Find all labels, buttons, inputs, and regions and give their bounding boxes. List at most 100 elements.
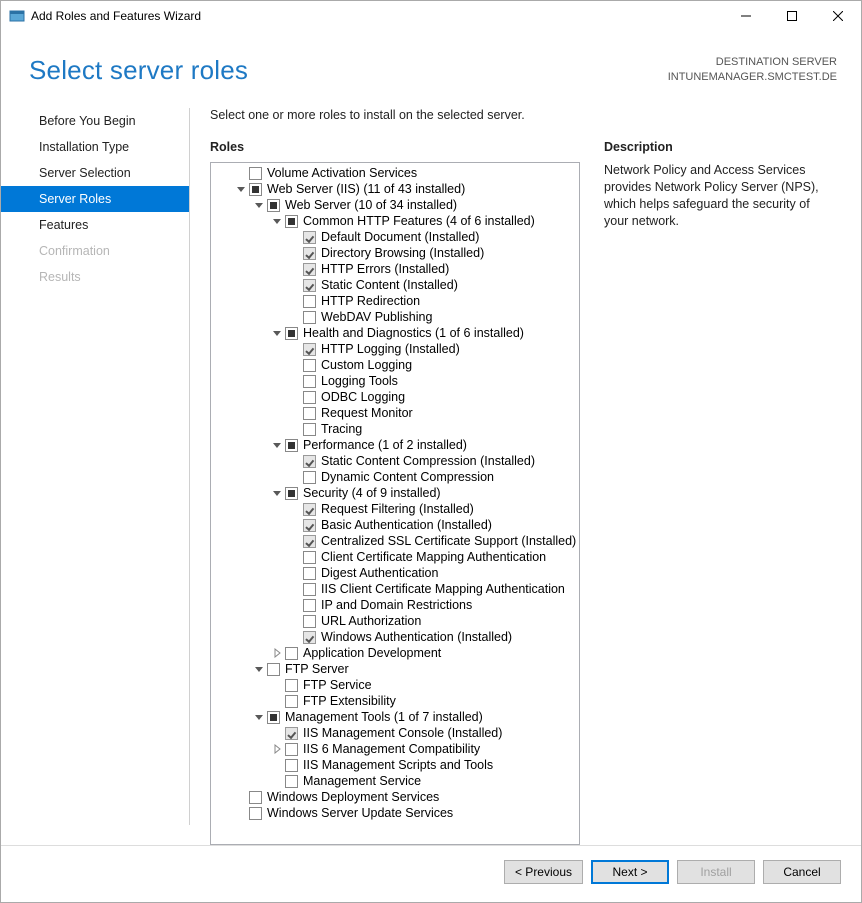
- tree-node[interactable]: IIS 6 Management Compatibility: [211, 741, 579, 757]
- tree-node[interactable]: Directory Browsing (Installed): [211, 245, 579, 261]
- tree-node[interactable]: Volume Activation Services: [211, 165, 579, 181]
- collapse-icon[interactable]: [253, 199, 265, 211]
- cancel-button[interactable]: Cancel: [763, 860, 841, 884]
- maximize-button[interactable]: [769, 1, 815, 31]
- collapse-icon[interactable]: [271, 327, 283, 339]
- checkbox[interactable]: [285, 327, 298, 340]
- nav-item[interactable]: Server Selection: [1, 160, 189, 186]
- checkbox[interactable]: [303, 343, 316, 356]
- install-button[interactable]: Install: [677, 860, 755, 884]
- tree-node[interactable]: Tracing: [211, 421, 579, 437]
- checkbox[interactable]: [285, 439, 298, 452]
- checkbox[interactable]: [303, 615, 316, 628]
- tree-node[interactable]: Windows Server Update Services: [211, 805, 579, 821]
- tree-node[interactable]: Client Certificate Mapping Authenticatio…: [211, 549, 579, 565]
- checkbox[interactable]: [267, 199, 280, 212]
- tree-node[interactable]: Basic Authentication (Installed): [211, 517, 579, 533]
- checkbox[interactable]: [303, 359, 316, 372]
- tree-node[interactable]: Logging Tools: [211, 373, 579, 389]
- checkbox[interactable]: [303, 583, 316, 596]
- tree-node[interactable]: Web Server (10 of 34 installed): [211, 197, 579, 213]
- checkbox[interactable]: [303, 231, 316, 244]
- checkbox[interactable]: [249, 183, 262, 196]
- nav-item[interactable]: Before You Begin: [1, 108, 189, 134]
- checkbox[interactable]: [303, 599, 316, 612]
- tree-node[interactable]: Request Monitor: [211, 405, 579, 421]
- checkbox[interactable]: [303, 551, 316, 564]
- checkbox[interactable]: [249, 807, 262, 820]
- next-button[interactable]: Next >: [591, 860, 669, 884]
- tree-node[interactable]: Health and Diagnostics (1 of 6 installed…: [211, 325, 579, 341]
- tree-node[interactable]: FTP Service: [211, 677, 579, 693]
- checkbox[interactable]: [303, 263, 316, 276]
- collapse-icon[interactable]: [253, 663, 265, 675]
- tree-node[interactable]: FTP Server: [211, 661, 579, 677]
- checkbox[interactable]: [267, 711, 280, 724]
- collapse-icon[interactable]: [271, 487, 283, 499]
- checkbox[interactable]: [285, 679, 298, 692]
- tree-node[interactable]: IIS Management Console (Installed): [211, 725, 579, 741]
- checkbox[interactable]: [267, 663, 280, 676]
- checkbox[interactable]: [303, 535, 316, 548]
- checkbox[interactable]: [285, 775, 298, 788]
- tree-node[interactable]: Request Filtering (Installed): [211, 501, 579, 517]
- tree-node[interactable]: Custom Logging: [211, 357, 579, 373]
- collapse-icon[interactable]: [235, 183, 247, 195]
- tree-node[interactable]: IIS Management Scripts and Tools: [211, 757, 579, 773]
- checkbox[interactable]: [303, 455, 316, 468]
- minimize-button[interactable]: [723, 1, 769, 31]
- tree-node[interactable]: HTTP Errors (Installed): [211, 261, 579, 277]
- tree-node[interactable]: URL Authorization: [211, 613, 579, 629]
- checkbox[interactable]: [303, 567, 316, 580]
- checkbox[interactable]: [285, 695, 298, 708]
- expand-icon[interactable]: [271, 647, 283, 659]
- tree-node[interactable]: Application Development: [211, 645, 579, 661]
- tree-node[interactable]: Management Tools (1 of 7 installed): [211, 709, 579, 725]
- tree-node[interactable]: Windows Deployment Services: [211, 789, 579, 805]
- tree-node[interactable]: IP and Domain Restrictions: [211, 597, 579, 613]
- previous-button[interactable]: < Previous: [504, 860, 583, 884]
- roles-tree[interactable]: Volume Activation ServicesWeb Server (II…: [210, 162, 580, 845]
- checkbox[interactable]: [303, 471, 316, 484]
- checkbox[interactable]: [303, 247, 316, 260]
- checkbox[interactable]: [303, 423, 316, 436]
- tree-node[interactable]: ODBC Logging: [211, 389, 579, 405]
- tree-node[interactable]: Centralized SSL Certificate Support (Ins…: [211, 533, 579, 549]
- tree-node[interactable]: Static Content (Installed): [211, 277, 579, 293]
- tree-node[interactable]: IIS Client Certificate Mapping Authentic…: [211, 581, 579, 597]
- checkbox[interactable]: [285, 487, 298, 500]
- checkbox[interactable]: [285, 647, 298, 660]
- tree-node[interactable]: Performance (1 of 2 installed): [211, 437, 579, 453]
- tree-node[interactable]: Windows Authentication (Installed): [211, 629, 579, 645]
- tree-node[interactable]: Digest Authentication: [211, 565, 579, 581]
- checkbox[interactable]: [303, 519, 316, 532]
- tree-node[interactable]: HTTP Redirection: [211, 293, 579, 309]
- checkbox[interactable]: [303, 503, 316, 516]
- checkbox[interactable]: [285, 759, 298, 772]
- close-button[interactable]: [815, 1, 861, 31]
- tree-node[interactable]: HTTP Logging (Installed): [211, 341, 579, 357]
- tree-node[interactable]: FTP Extensibility: [211, 693, 579, 709]
- collapse-icon[interactable]: [271, 215, 283, 227]
- expand-icon[interactable]: [271, 743, 283, 755]
- checkbox[interactable]: [303, 279, 316, 292]
- tree-node[interactable]: Management Service: [211, 773, 579, 789]
- checkbox[interactable]: [285, 215, 298, 228]
- tree-node[interactable]: Security (4 of 9 installed): [211, 485, 579, 501]
- checkbox[interactable]: [249, 167, 262, 180]
- tree-node[interactable]: WebDAV Publishing: [211, 309, 579, 325]
- checkbox[interactable]: [303, 295, 316, 308]
- checkbox[interactable]: [303, 311, 316, 324]
- nav-item[interactable]: Features: [1, 212, 189, 238]
- tree-node[interactable]: Common HTTP Features (4 of 6 installed): [211, 213, 579, 229]
- collapse-icon[interactable]: [271, 439, 283, 451]
- checkbox[interactable]: [303, 407, 316, 420]
- checkbox[interactable]: [285, 743, 298, 756]
- checkbox[interactable]: [303, 631, 316, 644]
- checkbox[interactable]: [285, 727, 298, 740]
- tree-node[interactable]: Dynamic Content Compression: [211, 469, 579, 485]
- tree-node[interactable]: Web Server (IIS) (11 of 43 installed): [211, 181, 579, 197]
- nav-item[interactable]: Installation Type: [1, 134, 189, 160]
- checkbox[interactable]: [249, 791, 262, 804]
- nav-item[interactable]: Server Roles: [1, 186, 189, 212]
